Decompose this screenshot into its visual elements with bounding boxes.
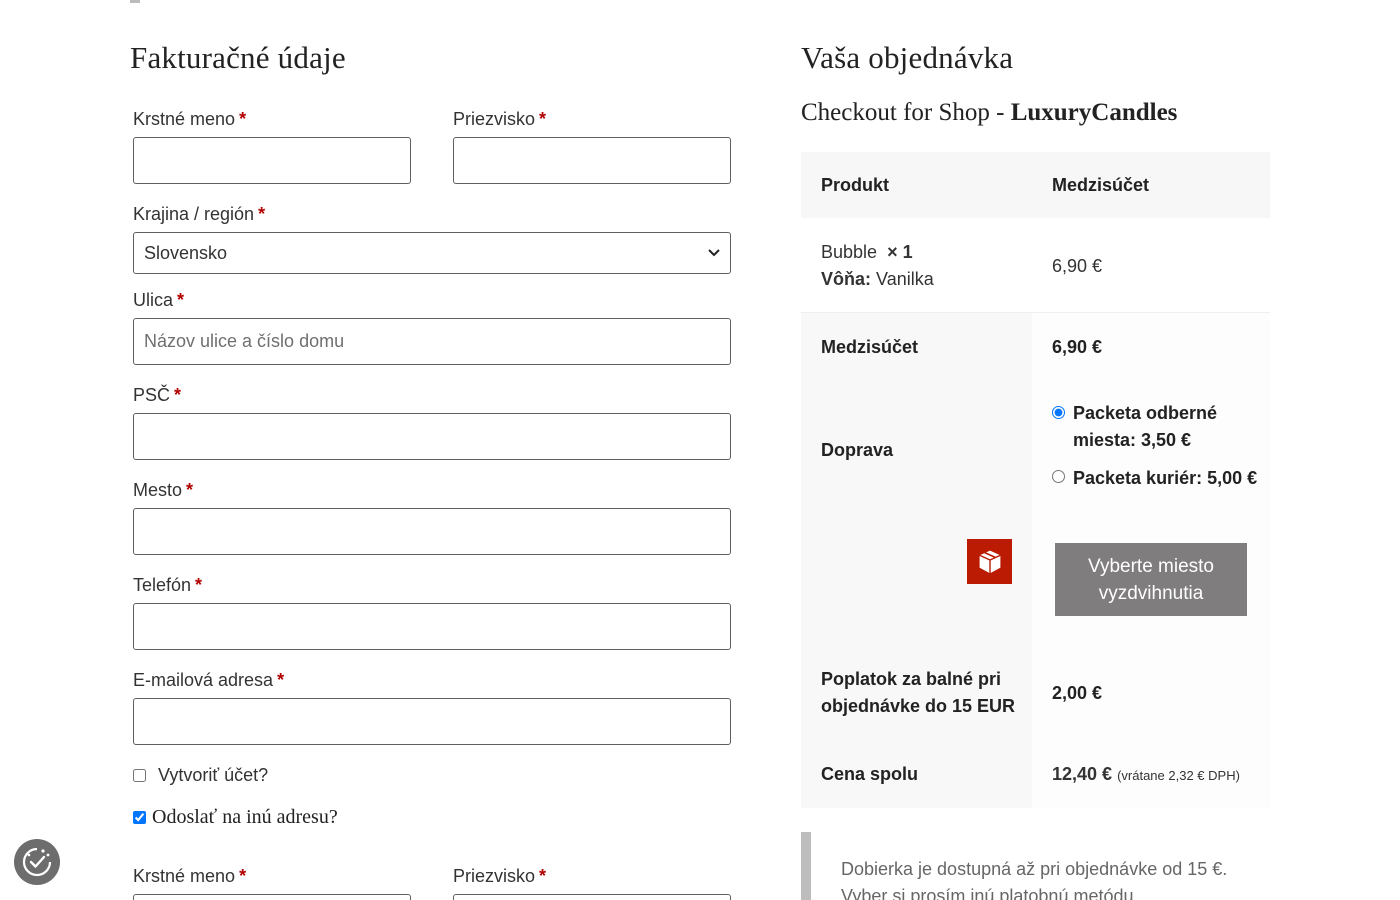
email-input[interactable] [133,698,731,745]
subtotal-label: Medzisúčet [821,337,919,357]
total-value: 12,40 € [1052,764,1113,784]
create-account-label: Vytvoriť účet? [158,765,269,785]
city-input[interactable] [133,508,731,555]
first-name-label: Krstné meno * [133,109,247,129]
city-label: Mesto * [133,480,194,500]
chevron-down-icon [708,249,720,257]
cod-notice-text: Dobierka je dostupná až pri objednávke o… [841,859,1228,900]
cod-notice: Dobierka je dostupná až pri objednávke o… [801,832,1270,900]
item-name-line: Bubble × 1 [821,242,913,263]
required-mark: * [277,670,285,690]
subtotal-value: 6,90 € [1052,337,1103,357]
shipping-first-name-input[interactable] [133,894,411,900]
country-select[interactable]: Slovensko [133,232,731,274]
item-attr-value: Vanilka [876,269,934,289]
select-pickup-point-button[interactable]: Vyberte miesto vyzdvihnutia [1055,543,1247,616]
shipping-label: Doprava [821,440,894,460]
shipping-option-courier[interactable]: Packeta kuriér: 5,00 € [1052,466,1262,490]
total-tax-note: (vrátane 2,32 € DPH) [1117,768,1240,783]
required-mark: * [174,385,182,405]
item-name: Bubble [821,242,878,262]
shipping-first-name-label: Krstné meno * [133,866,247,886]
last-name-label: Priezvisko * [453,109,547,129]
shipping-last-name-label: Priezvisko * [453,866,547,886]
required-mark: * [186,480,194,500]
ship-different-row[interactable]: Odoslať na inú adresu? [133,806,338,829]
item-attr-label: Vôňa: [821,269,872,289]
total-line: 12,40 € (vrátane 2,32 € DPH) [1052,764,1240,785]
required-mark: * [195,575,203,595]
shop-title: Checkout for Shop - LuxuryCandles [801,99,1178,126]
item-qty: × 1 [887,242,913,262]
shipping-radio-courier[interactable] [1052,470,1065,483]
billing-title: Fakturačné údaje [130,40,346,75]
shipping-option-pickup[interactable]: Packeta odberné miesta: 3,50 € [1052,402,1257,454]
country-select-value: Slovensko [144,242,228,263]
cookie-settings-button[interactable] [14,839,60,885]
ship-different-checkbox[interactable] [133,811,146,824]
item-price: 6,90 € [1052,256,1103,276]
required-mark: * [239,109,247,129]
create-account-checkbox[interactable] [133,769,146,782]
create-account-row[interactable]: Vytvoriť účet? [133,765,268,786]
last-name-input[interactable] [453,137,731,184]
required-mark: * [539,109,547,129]
zip-label: PSČ * [133,385,182,405]
ship-different-label: Odoslať na inú adresu? [152,806,338,828]
shipping-radio-pickup[interactable] [1052,406,1065,419]
required-mark: * [539,866,547,886]
fee-value: 2,00 € [1052,683,1103,703]
shop-name: LuxuryCandles [1010,99,1178,126]
cookie-check-icon [22,847,52,877]
email-label: E-mailová adresa * [133,670,285,690]
total-label: Cena spolu [821,764,919,784]
shipping-option-pickup-label: Packeta odberné miesta: 3,50 € [1073,403,1218,450]
col-subtotal-header: Medzisúčet [1052,175,1150,195]
required-mark: * [177,290,185,310]
col-product-header: Produkt [821,175,890,195]
phone-input[interactable] [133,603,731,650]
phone-label: Telefón * [133,575,203,595]
item-attribute-line: Vôňa: Vanilka [821,269,934,290]
street-label: Ulica * [133,290,185,310]
fee-label: Poplatok za balné pri objednávke do 15 E… [821,669,1016,716]
street-input[interactable] [133,318,731,365]
zip-input[interactable] [133,413,731,460]
shipping-last-name-input[interactable] [453,894,731,900]
packeta-box-icon [967,539,1012,584]
country-label: Krajina / región * [133,204,266,224]
required-mark: * [239,866,247,886]
shipping-option-courier-label: Packeta kuriér: 5,00 € [1073,468,1258,488]
order-title: Vaša objednávka [801,40,1014,75]
top-accent-bar [130,0,140,3]
required-mark: * [258,204,266,224]
first-name-input[interactable] [133,137,411,184]
